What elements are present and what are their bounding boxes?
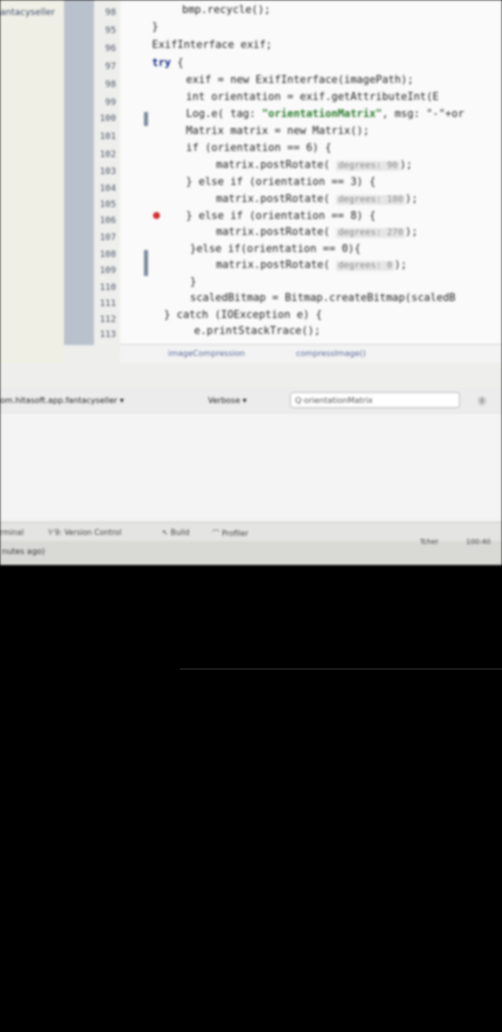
status-item[interactable]: 100:40 xyxy=(466,538,491,546)
monitor-bezel-edge xyxy=(180,668,502,670)
code-line[interactable]: matrix.postRotate( degrees: 0); xyxy=(216,259,407,271)
code-text: ); xyxy=(394,259,407,271)
line-number: 97 xyxy=(105,62,116,72)
line-numbers: 98 95 96 97 98 99 100 101 102 103 104 10… xyxy=(80,0,120,345)
line-number: 103 xyxy=(99,167,116,177)
line-number: 106 xyxy=(99,216,116,226)
param-hint: degrees: 270 xyxy=(336,228,406,238)
profiler-icon: ⌒ xyxy=(212,529,222,538)
code-line[interactable]: } xyxy=(152,21,158,33)
code-line[interactable]: ExifInterface exif; xyxy=(152,39,272,51)
breadcrumb-item[interactable]: compressImage() xyxy=(296,349,366,358)
code-text: matrix.postRotate( xyxy=(216,259,337,271)
code-line[interactable]: Matrix matrix = new Matrix(); xyxy=(186,125,369,137)
logcat-search-input[interactable]: Q·orientationMatrix xyxy=(290,392,460,408)
tool-window-label: Profiler xyxy=(221,529,249,538)
project-panel: antacyseller xyxy=(0,0,64,362)
tool-window-label: 9: Version Control xyxy=(54,528,122,537)
code-line[interactable]: matrix.postRotate( degrees: 270); xyxy=(216,226,418,238)
status-bar: nutes ago) Tcher 100:40 xyxy=(0,538,502,565)
code-text: { xyxy=(170,57,184,69)
code-line[interactable]: } else if (orientation == 8) { xyxy=(186,210,376,222)
code-line[interactable]: } else if (orientation == 3) { xyxy=(186,176,376,188)
line-number: 110 xyxy=(99,283,116,293)
code-text: matrix.postRotate( xyxy=(216,159,337,171)
line-number: 107 xyxy=(99,233,116,243)
fold-marker[interactable] xyxy=(144,250,148,276)
logcat-output[interactable] xyxy=(0,414,502,520)
keyword: try xyxy=(152,57,171,69)
line-number: 102 xyxy=(99,150,116,160)
log-level: Verbose xyxy=(208,396,241,405)
breadcrumb-item[interactable]: imageCompression xyxy=(168,349,245,358)
line-number: 96 xyxy=(105,44,116,54)
line-number: 99 xyxy=(105,98,116,108)
code-line[interactable]: } xyxy=(190,276,196,288)
code-text: ); xyxy=(399,159,413,171)
project-title[interactable]: antacyseller xyxy=(0,8,55,18)
status-message: nutes ago) xyxy=(2,547,45,556)
search-value: orientationMatrix xyxy=(303,396,373,405)
line-number: 104 xyxy=(99,184,116,194)
ide-screen: antacyseller 98 95 96 97 98 99 100 101 1… xyxy=(0,0,502,565)
code-line[interactable]: bmp.recycle(); xyxy=(182,4,271,16)
code-line[interactable]: try { xyxy=(152,57,184,69)
process-selector[interactable]: om.hitasoft.app.fantacyseller ▾ xyxy=(0,396,124,405)
line-number: 98 xyxy=(105,8,116,18)
code-line[interactable]: exif = new ExifInterface(imagePath); xyxy=(186,74,414,86)
code-text: matrix.postRotate( xyxy=(216,226,337,238)
code-line[interactable]: e.printStackTrace(); xyxy=(194,325,320,337)
line-number: 105 xyxy=(99,200,116,210)
process-name: om.hitasoft.app.fantacyseller xyxy=(0,396,118,405)
tool-window-version-control[interactable]: ⅟ 9: Version Control xyxy=(48,528,121,537)
tool-window-build[interactable]: ↖ Build xyxy=(162,528,190,537)
code-text: ); xyxy=(405,193,418,205)
code-line[interactable]: scaledBitmap = Bitmap.createBitmap(scale… xyxy=(190,292,456,304)
build-icon: ↖ xyxy=(162,528,171,537)
fold-marker[interactable] xyxy=(144,112,148,126)
version-control-icon: ⅟ xyxy=(48,528,55,537)
code-line[interactable]: }else if(orientation == 0){ xyxy=(190,243,361,255)
line-number: 100 xyxy=(99,114,116,124)
code-text: matrix.postRotate( xyxy=(216,193,337,205)
code-line[interactable]: matrix.postRotate( degrees: 90); xyxy=(216,159,412,171)
line-number: 113 xyxy=(99,330,116,340)
code-line[interactable]: } catch (IOException e) { xyxy=(164,309,322,321)
help-icon[interactable]: ⓪ xyxy=(478,396,486,407)
code-line[interactable]: Log.e( tag: "orientationMatrix", msg: "-… xyxy=(186,108,464,120)
param-hint: degrees: 180 xyxy=(336,195,406,205)
line-number: 95 xyxy=(105,26,116,36)
line-number: 109 xyxy=(99,266,116,276)
code-line[interactable]: if (orientation == 6) { xyxy=(186,142,331,154)
param-hint: degrees: 90 xyxy=(336,161,400,171)
code-line[interactable]: matrix.postRotate( degrees: 180); xyxy=(216,193,418,205)
breadcrumb: imageCompression compressImage() xyxy=(120,344,502,363)
logcat-toolbar: om.hitasoft.app.fantacyseller ▾ Verbose … xyxy=(0,388,502,415)
search-icon: Q· xyxy=(295,396,304,405)
tool-window-profiler[interactable]: ⌒ Profiler xyxy=(212,528,248,539)
line-number: 111 xyxy=(99,299,116,309)
line-number: 112 xyxy=(99,315,116,325)
code-text: ); xyxy=(405,226,418,238)
tool-window-label: Build xyxy=(170,528,190,537)
status-item[interactable]: Tcher xyxy=(420,538,439,546)
tool-window-terminal[interactable]: rminal xyxy=(0,528,24,537)
line-number: 98 xyxy=(105,80,116,90)
string-literal: "orientationMatrix" xyxy=(261,108,382,120)
breakpoint-icon[interactable] xyxy=(153,212,160,219)
code-text: , msg: "-"+or xyxy=(381,108,465,120)
param-hint: degrees: 0 xyxy=(336,261,395,271)
line-number: 108 xyxy=(99,250,116,260)
code-line[interactable]: int orientation = exif.getAttributeInt(E xyxy=(186,91,439,103)
code-text: Log.e( tag: xyxy=(186,108,262,120)
line-number: 101 xyxy=(99,132,116,142)
log-level-selector[interactable]: Verbose ▾ xyxy=(208,396,247,405)
